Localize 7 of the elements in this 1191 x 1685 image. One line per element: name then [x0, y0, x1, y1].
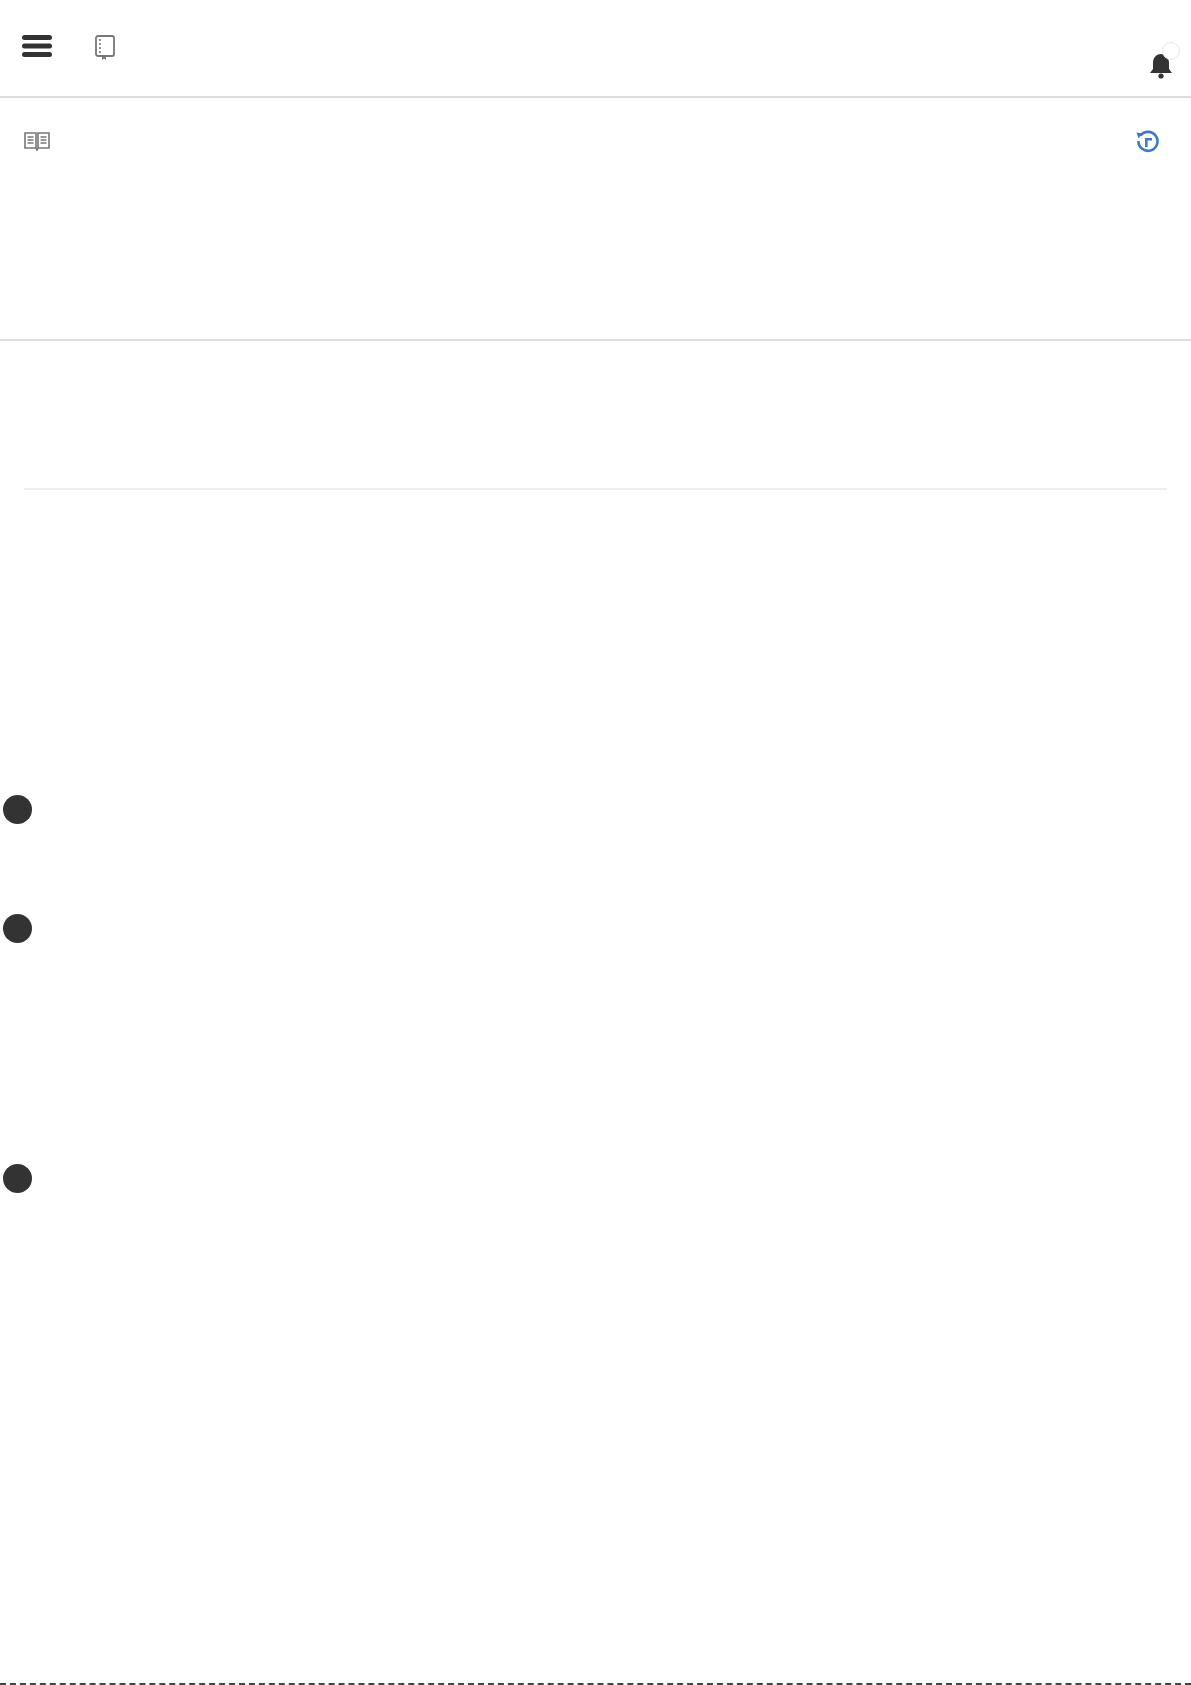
bullet-icon [3, 1164, 32, 1193]
bullet-icon [3, 914, 32, 943]
bullet-icon [3, 795, 32, 824]
history-icon[interactable] [1135, 128, 1161, 154]
menu-icon[interactable] [22, 35, 52, 57]
book-icon[interactable] [94, 35, 116, 61]
open-book-icon[interactable] [24, 131, 50, 151]
